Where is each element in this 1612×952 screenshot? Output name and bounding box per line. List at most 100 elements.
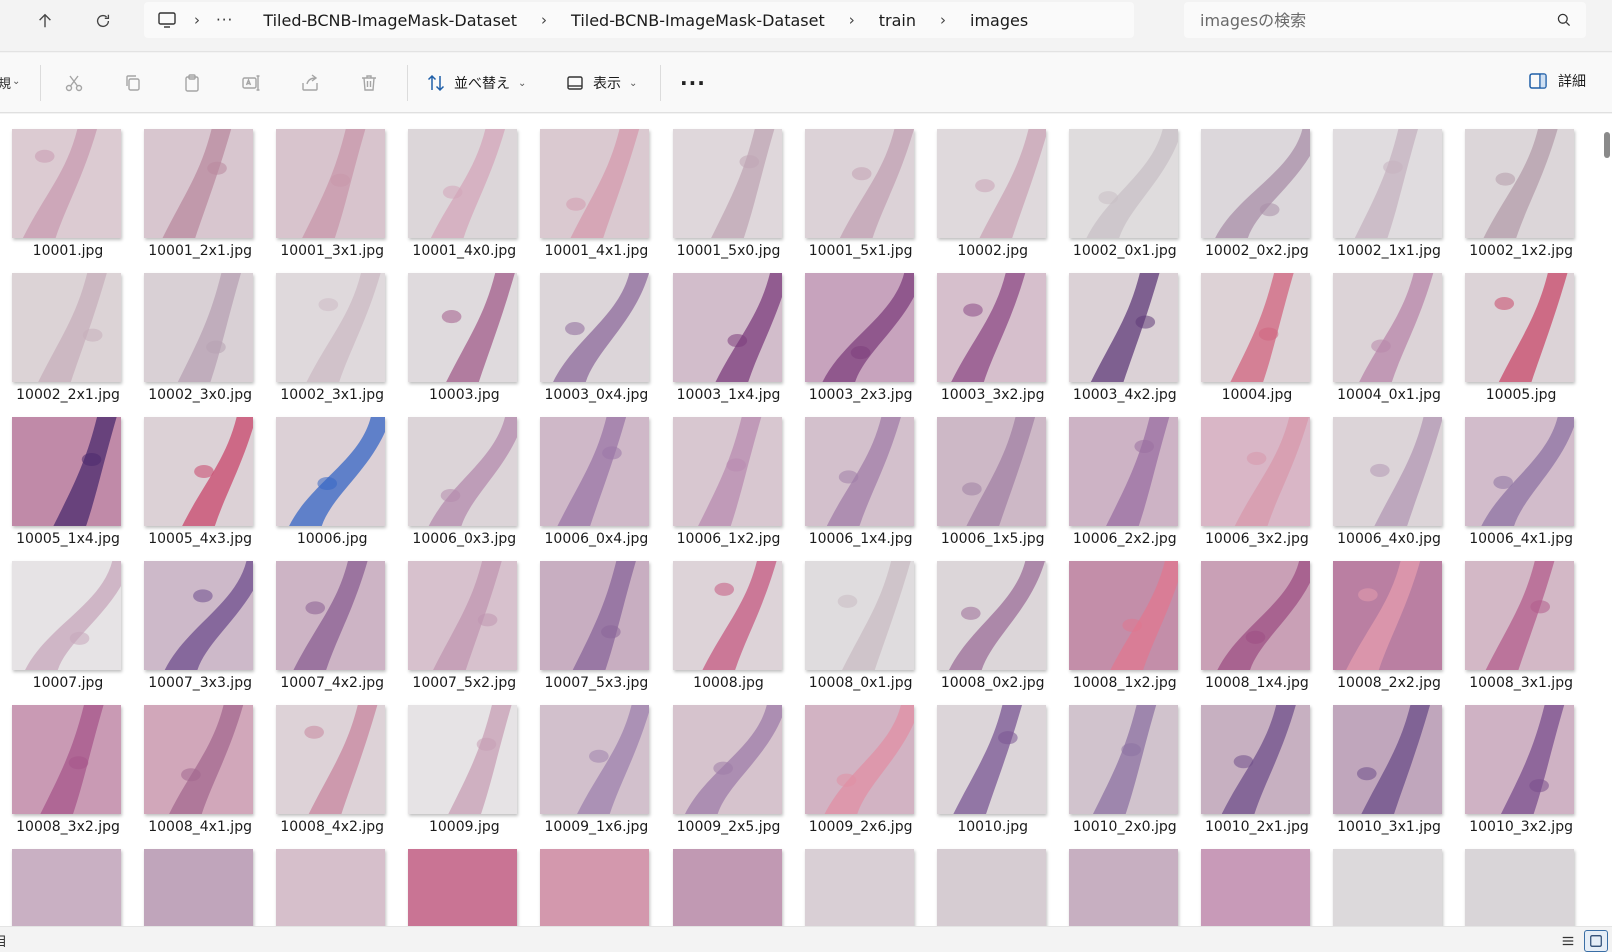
sort-button[interactable]: 並べ替え ⌄ [426, 69, 526, 97]
file-tile[interactable]: 10001.jpg [0, 114, 132, 259]
image-thumbnail[interactable] [276, 273, 386, 382]
image-thumbnail[interactable] [1333, 561, 1442, 670]
image-thumbnail[interactable] [1068, 417, 1178, 526]
image-thumbnail[interactable] [276, 849, 386, 926]
image-thumbnail[interactable] [1068, 561, 1178, 670]
file-tile[interactable]: 10009_1x6.jpg [528, 690, 660, 835]
scrollbar-thumb[interactable] [1604, 132, 1610, 158]
image-thumbnail[interactable] [144, 561, 254, 670]
file-tile[interactable] [0, 834, 132, 926]
image-thumbnail[interactable] [408, 273, 518, 382]
image-thumbnail[interactable] [12, 561, 121, 670]
file-tile[interactable]: 10006_4x1.jpg [1453, 402, 1585, 547]
file-tile[interactable]: 10009_2x5.jpg [661, 690, 793, 835]
file-tile[interactable]: 10004_0x1.jpg [1321, 258, 1453, 403]
computer-icon[interactable] [156, 9, 178, 31]
image-thumbnail[interactable] [408, 849, 518, 926]
file-tile[interactable]: 10006_4x0.jpg [1321, 402, 1453, 547]
image-thumbnail[interactable] [144, 849, 254, 926]
copy-button[interactable] [119, 69, 147, 97]
image-thumbnail[interactable] [12, 129, 121, 238]
file-tile[interactable]: 10004.jpg [1189, 258, 1321, 403]
image-thumbnail[interactable] [408, 417, 518, 526]
image-thumbnail[interactable] [144, 273, 254, 382]
image-thumbnail[interactable] [1068, 849, 1178, 926]
image-thumbnail[interactable] [276, 417, 386, 526]
image-thumbnail[interactable] [804, 417, 914, 526]
file-tile[interactable]: 10009_2x6.jpg [793, 690, 925, 835]
file-tile[interactable]: 10003_0x4.jpg [528, 258, 660, 403]
up-button[interactable] [30, 6, 60, 36]
file-tile[interactable]: 10006.jpg [264, 402, 396, 547]
file-tile[interactable]: 10001_3x1.jpg [264, 114, 396, 259]
image-thumbnail[interactable] [1465, 705, 1575, 814]
file-tile[interactable]: 10010_2x1.jpg [1189, 690, 1321, 835]
image-thumbnail[interactable] [1200, 705, 1310, 814]
view-button[interactable]: 表示 ⌄ [565, 69, 637, 97]
more-options-button[interactable]: ··· [680, 71, 706, 95]
details-pane-button[interactable]: 詳細 [1528, 71, 1586, 91]
file-tile[interactable]: 10006_3x2.jpg [1189, 402, 1321, 547]
image-thumbnail[interactable] [540, 417, 650, 526]
image-thumbnail[interactable] [1200, 417, 1310, 526]
file-tile[interactable]: 10007.jpg [0, 546, 132, 691]
file-tile[interactable]: 10009.jpg [396, 690, 528, 835]
image-thumbnail[interactable] [540, 129, 650, 238]
image-thumbnail[interactable] [1333, 129, 1442, 238]
image-thumbnail[interactable] [540, 273, 650, 382]
file-tile[interactable] [1321, 834, 1453, 926]
image-thumbnail[interactable] [672, 273, 782, 382]
file-tile[interactable] [1453, 834, 1585, 926]
image-thumbnail[interactable] [408, 129, 518, 238]
file-tile[interactable] [793, 834, 925, 926]
file-tile[interactable]: 10006_0x3.jpg [396, 402, 528, 547]
image-thumbnail[interactable] [408, 561, 518, 670]
image-thumbnail[interactable] [276, 705, 386, 814]
file-tile[interactable] [264, 834, 396, 926]
file-tile[interactable]: 10002_3x0.jpg [132, 258, 264, 403]
image-thumbnail[interactable] [804, 129, 914, 238]
file-tile[interactable]: 10002.jpg [925, 114, 1057, 259]
file-tile[interactable]: 10007_4x2.jpg [264, 546, 396, 691]
image-thumbnail[interactable] [1465, 561, 1575, 670]
file-tile[interactable]: 10008_1x2.jpg [1057, 546, 1189, 691]
file-tile[interactable] [1189, 834, 1321, 926]
file-tile[interactable] [661, 834, 793, 926]
file-tile[interactable]: 10002_1x1.jpg [1321, 114, 1453, 259]
file-tile[interactable]: 10001_4x1.jpg [528, 114, 660, 259]
image-thumbnail[interactable] [936, 129, 1046, 238]
breadcrumb[interactable]: › ··· Tiled-BCNB-ImageMask-Dataset › Til… [144, 2, 1134, 38]
file-tile[interactable]: 10008_2x2.jpg [1321, 546, 1453, 691]
file-tile[interactable]: 10008_0x2.jpg [925, 546, 1057, 691]
file-tile[interactable]: 10003_3x2.jpg [925, 258, 1057, 403]
image-thumbnail[interactable] [1465, 273, 1575, 382]
file-tile[interactable]: 10008_4x2.jpg [264, 690, 396, 835]
image-thumbnail[interactable] [672, 129, 782, 238]
breadcrumb-item-train[interactable]: train [871, 11, 924, 30]
file-tile[interactable]: 10003_2x3.jpg [793, 258, 925, 403]
image-thumbnail[interactable] [144, 417, 254, 526]
file-tile[interactable]: 10005.jpg [1453, 258, 1585, 403]
image-thumbnail[interactable] [12, 705, 121, 814]
file-tile[interactable] [132, 834, 264, 926]
file-tile[interactable]: 10008_3x2.jpg [0, 690, 132, 835]
refresh-button[interactable] [88, 6, 118, 36]
image-thumbnail[interactable] [672, 849, 782, 926]
image-thumbnail[interactable] [1068, 129, 1178, 238]
image-thumbnail[interactable] [540, 561, 650, 670]
image-thumbnail[interactable] [672, 561, 782, 670]
file-tile[interactable]: 10007_5x2.jpg [396, 546, 528, 691]
image-thumbnail[interactable] [144, 705, 254, 814]
breadcrumb-overflow[interactable]: ··· [216, 11, 233, 29]
image-thumbnail[interactable] [936, 417, 1046, 526]
thumbnail-view-toggle[interactable] [1584, 930, 1608, 952]
cut-button[interactable] [60, 69, 88, 97]
file-tile[interactable]: 10007_5x3.jpg [528, 546, 660, 691]
image-thumbnail[interactable] [12, 849, 121, 926]
file-tile[interactable] [1057, 834, 1189, 926]
image-thumbnail[interactable] [540, 849, 650, 926]
image-thumbnail[interactable] [1465, 417, 1575, 526]
rename-button[interactable] [237, 69, 265, 97]
file-tile[interactable]: 10001_2x1.jpg [132, 114, 264, 259]
file-tile[interactable]: 10005_1x4.jpg [0, 402, 132, 547]
